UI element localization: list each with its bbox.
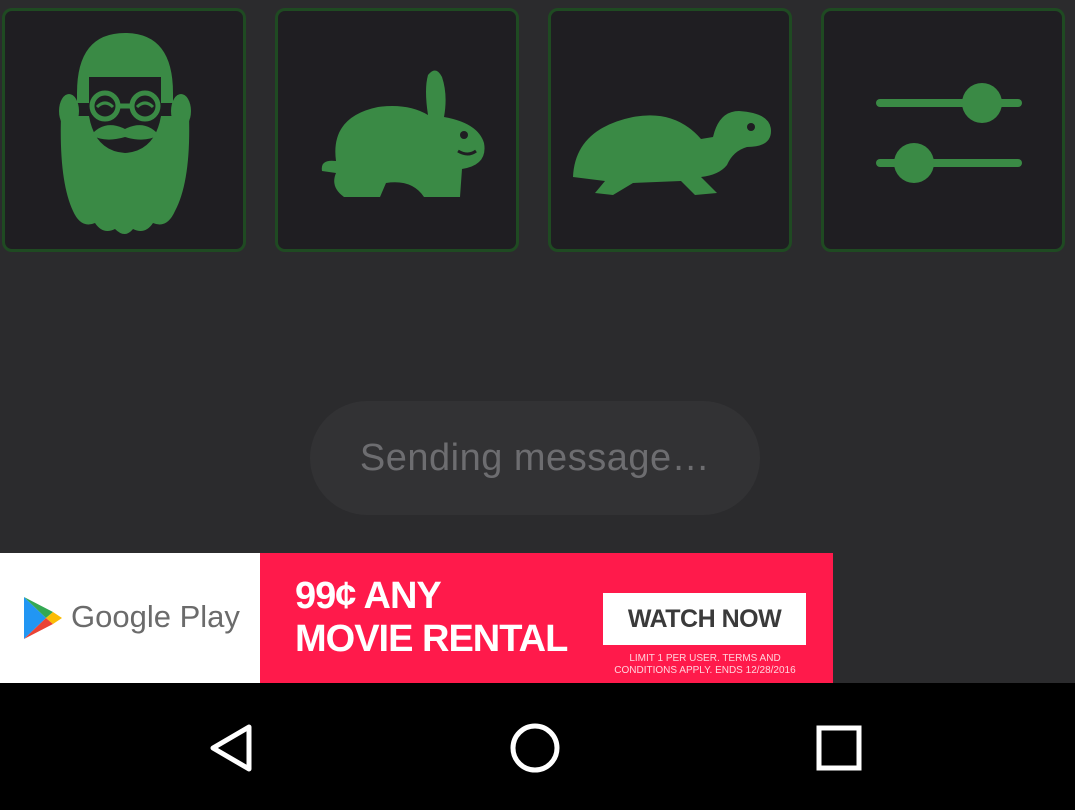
ad-headline-line-2: MOVIE RENTAL <box>295 618 568 660</box>
system-navigation-bar <box>0 683 1075 810</box>
back-button[interactable] <box>197 713 267 783</box>
home-button[interactable] <box>500 713 570 783</box>
mode-button-row <box>0 0 1075 260</box>
toast-text: Sending message… <box>359 436 711 479</box>
ad-fineprint: LIMIT 1 PER USER. TERMS AND CONDITIONS A… <box>590 653 820 677</box>
rabbit-button[interactable] <box>275 8 519 252</box>
bearded-man-icon <box>59 33 191 234</box>
google-play-logo-icon <box>24 597 62 639</box>
settings-button[interactable] <box>821 8 1065 252</box>
ad-headline-line-1: 99¢ ANY <box>295 575 442 617</box>
rabbit-icon <box>321 70 485 197</box>
recents-button[interactable] <box>804 713 874 783</box>
ad-fineprint-line-1: LIMIT 1 PER USER. TERMS AND <box>629 653 781 664</box>
google-play-panel: Google Play <box>0 553 260 683</box>
ad-banner[interactable]: Google Play 99¢ ANY MOVIE RENTAL WATCH N… <box>0 553 833 683</box>
recents-icon <box>816 725 862 771</box>
back-icon <box>210 724 252 772</box>
ad-promo-panel: 99¢ ANY MOVIE RENTAL WATCH NOW LIMIT 1 P… <box>260 553 833 683</box>
turtle-icon <box>573 111 771 195</box>
sliders-icon <box>876 83 1022 183</box>
ad-headline: 99¢ ANY MOVIE RENTAL <box>295 575 568 661</box>
home-icon <box>510 723 560 773</box>
sending-message-toast: Sending message… <box>310 401 760 515</box>
bearded-man-button[interactable] <box>2 8 246 252</box>
ad-fineprint-line-2: CONDITIONS APPLY. ENDS 12/28/2016 <box>614 665 796 676</box>
watch-now-button[interactable]: WATCH NOW <box>603 593 806 645</box>
turtle-button[interactable] <box>548 8 792 252</box>
google-play-label: Google Play <box>71 599 240 634</box>
